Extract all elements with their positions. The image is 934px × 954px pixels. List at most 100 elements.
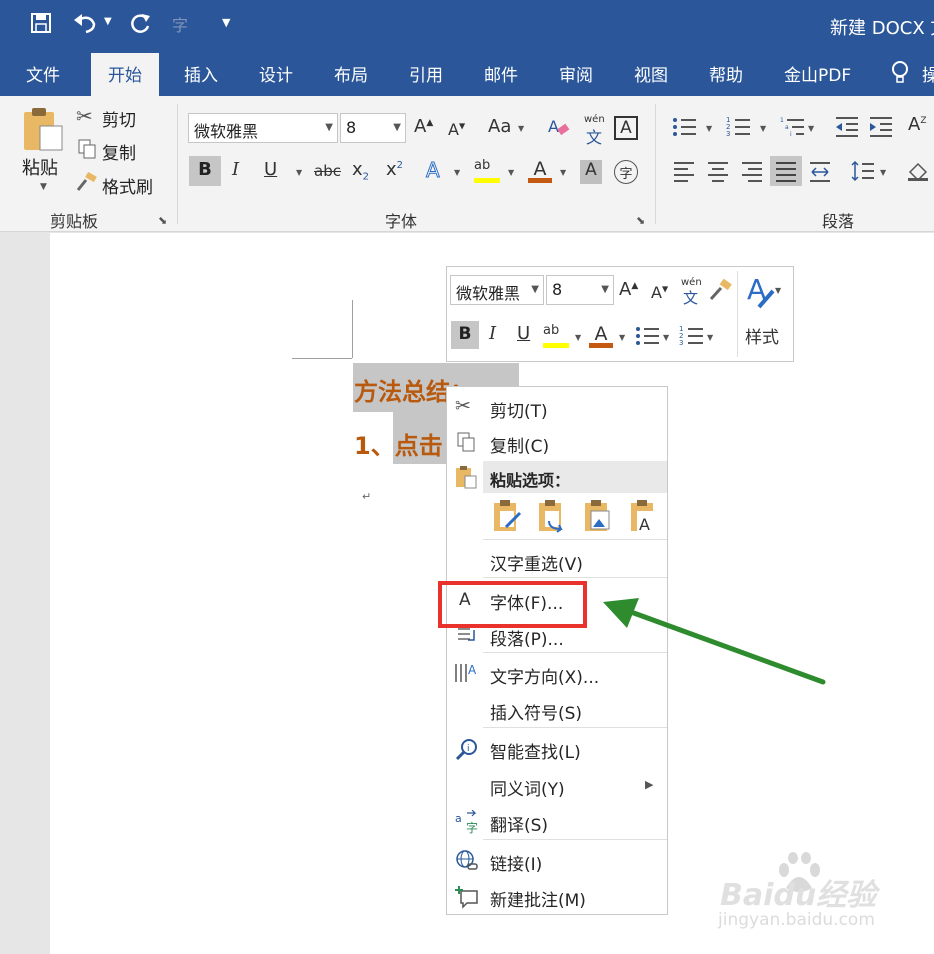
tab-tell-me[interactable]: 操 xyxy=(922,61,934,86)
paste-icon[interactable] xyxy=(22,106,66,152)
highlight-dropdown-icon[interactable]: ▼ xyxy=(508,168,514,177)
change-case-button[interactable]: Aa xyxy=(488,116,511,137)
menu-item-synonyms[interactable]: 同义词(Y) xyxy=(490,775,565,800)
document-line-2[interactable]: 1、点击 xyxy=(354,426,443,461)
mini-numbering-icon[interactable]: 123 xyxy=(679,325,705,347)
highlight-icon[interactable]: ab xyxy=(474,158,500,184)
numbering-dropdown-icon[interactable]: ▼ xyxy=(760,124,766,133)
undo-dropdown-icon[interactable]: ▼ xyxy=(104,16,112,27)
keep-text-only-icon[interactable]: A xyxy=(629,499,661,533)
numbering-icon[interactable]: 123 xyxy=(726,116,752,138)
styles-icon[interactable]: A ▼ xyxy=(745,273,783,309)
mini-grow-font-icon[interactable]: A▲ xyxy=(619,279,638,300)
mini-font-size-combo[interactable]: 8 ▼ xyxy=(546,275,614,305)
grow-font-icon[interactable]: A▲ xyxy=(414,116,433,137)
menu-item-text-direction[interactable]: 文字方向(X)... xyxy=(490,663,599,688)
align-right-icon[interactable] xyxy=(740,160,764,182)
font-color-icon[interactable]: A xyxy=(528,158,552,184)
mini-numbering-dropdown-icon[interactable]: ▼ xyxy=(707,333,713,342)
mini-font-color-icon[interactable]: A xyxy=(589,323,613,349)
font-name-combo[interactable]: 微软雅黑 ▼ xyxy=(188,113,338,143)
styles-label[interactable]: 样式 xyxy=(745,323,779,348)
clipboard-launcher-icon[interactable]: ⬊ xyxy=(158,214,167,227)
character-shading-icon[interactable]: A xyxy=(580,160,602,184)
underline-dropdown-icon[interactable]: ▼ xyxy=(296,168,302,177)
paste-dropdown-icon[interactable]: ▼ xyxy=(40,182,47,192)
tab-mailings[interactable]: 邮件 xyxy=(484,61,518,86)
format-painter-button[interactable]: 格式刷 xyxy=(102,173,153,198)
tab-insert[interactable]: 插入 xyxy=(184,61,218,86)
tab-file[interactable]: 文件 xyxy=(26,61,60,86)
menu-item-insert-symbol[interactable]: 插入符号(S) xyxy=(490,699,582,724)
mini-phonetic-bottom[interactable]: 文 xyxy=(683,287,698,308)
strikethrough-button[interactable]: abc xyxy=(314,162,341,180)
tab-kingsoft-pdf[interactable]: 金山PDF xyxy=(784,61,851,86)
multilevel-dropdown-icon[interactable]: ▼ xyxy=(808,124,814,133)
spelling-icon[interactable]: 字 xyxy=(172,12,188,36)
underline-button[interactable]: U xyxy=(264,159,277,180)
tab-view[interactable]: 视图 xyxy=(634,61,668,86)
distributed-icon[interactable] xyxy=(808,160,832,182)
mini-underline-button[interactable]: U xyxy=(517,323,530,344)
mini-bold-button[interactable]: B xyxy=(451,321,479,349)
enclose-characters-icon[interactable]: 字 xyxy=(614,160,638,184)
mini-highlight-dropdown-icon[interactable]: ▼ xyxy=(575,333,581,342)
mini-highlight-icon[interactable]: ab xyxy=(543,323,569,349)
tab-review[interactable]: 审阅 xyxy=(559,61,593,86)
font-size-combo[interactable]: 8 ▼ xyxy=(340,113,406,143)
merge-formatting-icon[interactable] xyxy=(537,499,569,533)
sort-icon[interactable]: AZ xyxy=(908,114,927,135)
menu-item-new-comment[interactable]: 新建批注(M) xyxy=(490,886,586,911)
mini-font-name-combo[interactable]: 微软雅黑 ▼ xyxy=(450,275,544,305)
paste-label[interactable]: 粘贴 xyxy=(22,154,58,180)
menu-item-reconvert[interactable]: 汉字重选(V) xyxy=(490,550,583,575)
bold-button[interactable]: B xyxy=(189,156,221,186)
mini-shrink-font-icon[interactable]: A▼ xyxy=(651,283,668,302)
menu-item-smart-lookup[interactable]: 智能查找(L) xyxy=(490,738,581,763)
copy-button[interactable]: 复制 xyxy=(102,139,136,164)
cut-button[interactable]: 剪切 xyxy=(102,106,136,131)
italic-button[interactable]: I xyxy=(232,159,239,180)
clear-formatting-icon[interactable]: A xyxy=(548,116,570,138)
phonetic-guide-bottom[interactable]: 文 xyxy=(586,124,602,148)
line-spacing-icon[interactable] xyxy=(850,160,876,182)
mini-bullets-dropdown-icon[interactable]: ▼ xyxy=(663,333,669,342)
text-effects-dropdown-icon[interactable]: ▼ xyxy=(454,168,460,177)
tab-references[interactable]: 引用 xyxy=(409,61,443,86)
increase-indent-icon[interactable] xyxy=(868,116,894,138)
tab-home[interactable]: 开始 xyxy=(91,53,159,96)
tab-help[interactable]: 帮助 xyxy=(709,61,743,86)
keep-source-formatting-icon[interactable] xyxy=(492,499,524,533)
subscript-button[interactable]: x2 xyxy=(352,159,369,183)
menu-item-cut[interactable]: 剪切(T) xyxy=(490,397,548,422)
align-left-icon[interactable] xyxy=(672,160,696,182)
format-painter-icon[interactable] xyxy=(76,172,98,192)
mini-format-painter-icon[interactable] xyxy=(709,279,733,301)
change-case-dropdown-icon[interactable]: ▼ xyxy=(518,124,524,133)
customize-qat-icon[interactable]: ▼ xyxy=(222,16,230,29)
redo-icon[interactable] xyxy=(128,12,152,36)
lightbulb-icon[interactable] xyxy=(890,60,910,86)
menu-item-paragraph[interactable]: 段落(P)... xyxy=(490,625,564,650)
copy-icon[interactable] xyxy=(78,139,96,159)
line-spacing-dropdown-icon[interactable]: ▼ xyxy=(880,168,886,177)
menu-item-translate[interactable]: 翻译(S) xyxy=(490,811,548,836)
decrease-indent-icon[interactable] xyxy=(834,116,860,138)
bullets-dropdown-icon[interactable]: ▼ xyxy=(706,124,712,133)
text-effects-icon[interactable]: A xyxy=(426,158,441,183)
character-border-icon[interactable]: A xyxy=(614,116,638,140)
mini-italic-button[interactable]: I xyxy=(489,323,496,344)
tab-design[interactable]: 设计 xyxy=(259,61,293,86)
undo-icon[interactable] xyxy=(72,12,98,34)
tab-layout[interactable]: 布局 xyxy=(334,61,368,86)
shrink-font-icon[interactable]: A▼ xyxy=(448,120,465,139)
shading-icon[interactable] xyxy=(906,160,930,182)
multilevel-list-icon[interactable]: 1ai xyxy=(780,116,806,138)
align-center-icon[interactable] xyxy=(706,160,730,182)
paste-picture-icon[interactable] xyxy=(583,499,615,533)
mini-bullets-icon[interactable] xyxy=(635,325,661,347)
cut-icon[interactable]: ✂ xyxy=(76,104,93,128)
save-icon[interactable] xyxy=(30,12,52,34)
bullets-icon[interactable] xyxy=(672,116,698,138)
menu-item-copy[interactable]: 复制(C) xyxy=(490,432,549,457)
